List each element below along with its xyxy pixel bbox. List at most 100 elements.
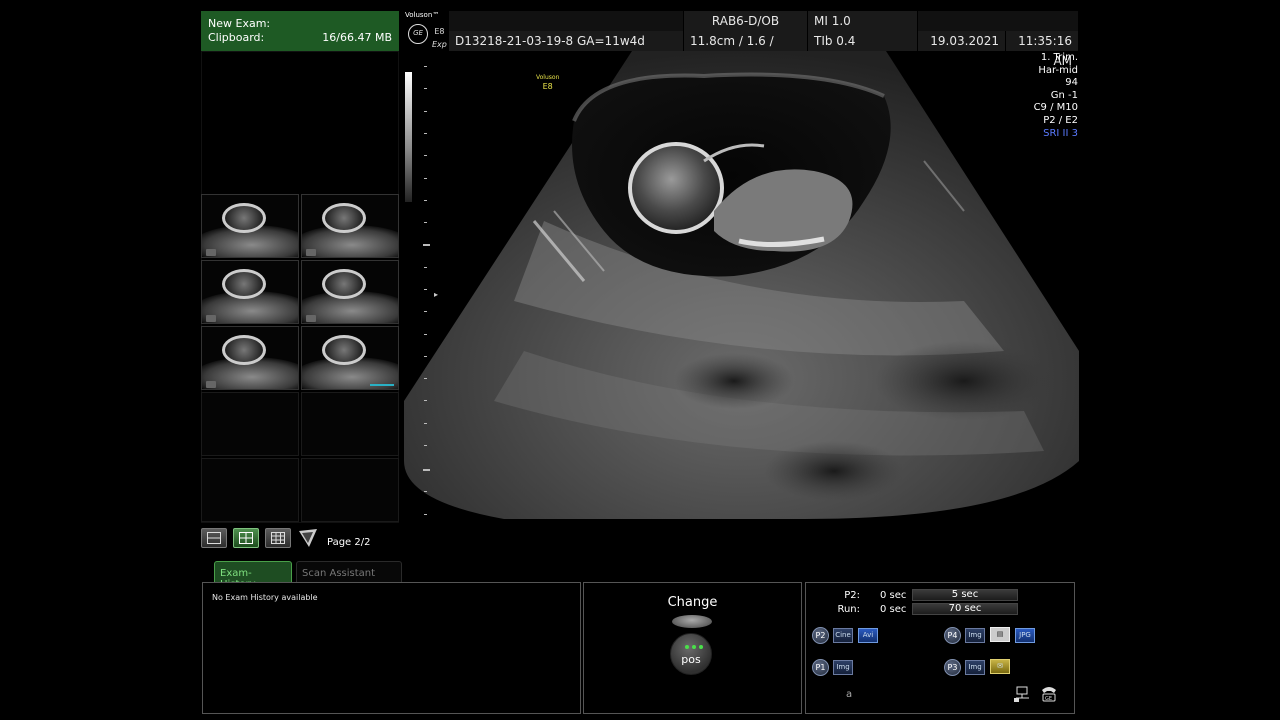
tib-value: TIb 0.4 (807, 31, 917, 51)
cine-icon[interactable]: Cine (833, 628, 853, 643)
clipboard-thumbnail-2[interactable] (301, 194, 399, 258)
img-icon[interactable]: Img (965, 660, 985, 675)
clipboard-thumbnails (201, 194, 399, 522)
clipboard-size: 16/66.47 MB (322, 31, 392, 44)
brand-block: Voluson™ GE E8 Exp (403, 11, 448, 51)
change-title: Change (667, 595, 718, 610)
depth-tick (424, 400, 427, 401)
clipboard-thumbnail-1[interactable] (201, 194, 299, 258)
grayscale-bar (405, 72, 412, 202)
knob-indicator-icon (685, 645, 703, 649)
knob-label: pos (681, 653, 701, 666)
status-letter: a (846, 689, 853, 700)
depth-tick (424, 378, 427, 379)
mi-value: MI 1.0 (807, 11, 917, 31)
patient-id: D13218-21-03-19-8 GA=11w4d (448, 31, 683, 51)
info-tabs: Exam-History Scan Assistant (214, 561, 402, 590)
ge-logo-icon: GE (408, 24, 428, 44)
network-icon[interactable] (1014, 685, 1032, 703)
page-label: Page 2/2 (327, 537, 371, 548)
run-timing-label: Run: (837, 604, 860, 615)
clipboard-thumbnail-3[interactable] (201, 260, 299, 324)
change-knob-top-icon[interactable] (672, 615, 712, 628)
depth-tick (424, 289, 427, 290)
exam-date: 19.03.2021 (917, 31, 1005, 51)
depth-tick (424, 514, 427, 515)
param-gain: Gn -1 (1050, 89, 1078, 101)
email-icon[interactable]: ✉ (990, 659, 1010, 674)
jpg-icon[interactable]: JPG (1015, 628, 1035, 643)
run-timing-bar[interactable]: 70 sec (912, 603, 1018, 615)
param-trimester: 1. Trim. (1040, 52, 1078, 63)
header-blank-top (448, 11, 683, 31)
depth-tick (424, 155, 427, 156)
clipboard-slot-empty (301, 392, 399, 456)
depth-tick (424, 88, 427, 89)
img-icon[interactable]: Img (833, 660, 853, 675)
clipboard-slot-empty (201, 458, 299, 522)
p2-key[interactable]: P2 (812, 627, 829, 644)
clipboard-layout-toolbar (201, 528, 319, 548)
depth-tick (424, 178, 427, 179)
depth-tick (424, 445, 427, 446)
header-blank-top-right (917, 11, 1078, 31)
depth-tick (424, 222, 427, 223)
param-harmonic: Har-mid (1038, 64, 1078, 76)
depth-tick (424, 311, 427, 312)
single-view-button[interactable] (201, 528, 227, 548)
quad-view-button[interactable] (233, 528, 259, 548)
depth-tick-major (423, 244, 430, 246)
page-arrow-icon (299, 529, 317, 547)
depth-tick (424, 66, 427, 67)
param-cm: C9 / M10 (1033, 102, 1078, 114)
print-keys-panel: P2: 0 sec 5 sec Run: 0 sec 70 sec P2 Cin… (805, 582, 1075, 714)
depth-tick (424, 133, 427, 134)
p1-key[interactable]: P1 (812, 659, 829, 676)
exam-info-box: New Exam: Clipboard: 16/66.47 MB (201, 11, 399, 51)
page-arrow-button[interactable] (297, 528, 319, 548)
clipboard-label: Clipboard: (208, 31, 265, 44)
probe-label: RAB6-D/OB (683, 11, 807, 31)
exam-time: 11:35:16 AM (1005, 31, 1078, 68)
header-bar: Voluson™ GE E8 Exp RAB6-D/OB MI 1.0 D132… (403, 11, 1078, 68)
tab-scan-assistant[interactable]: Scan Assistant (296, 561, 402, 583)
exam-history-message: No Exam History available (212, 593, 318, 602)
tab-exam-history[interactable]: Exam-History (214, 561, 292, 590)
p2-timing-bar[interactable]: 5 sec (912, 589, 1018, 601)
grid-view-icon (271, 532, 285, 544)
depth-freq: 11.8cm / 1.6 / 41Hz (683, 31, 807, 68)
pos-knob[interactable]: pos (670, 633, 712, 675)
focus-marker-icon[interactable]: ▸ (434, 290, 438, 299)
param-value: 94 (1065, 77, 1078, 89)
p2-timing-label: P2: (844, 590, 860, 601)
scan-parameters: 1. Trim. Har-mid 94 Gn -1 C9 / M10 P2 / … (1034, 52, 1078, 140)
clipboard-thumbnail-6[interactable] (301, 326, 399, 390)
ultrasound-fan (404, 51, 1079, 519)
phone-ge-icon[interactable]: GE (1040, 685, 1058, 703)
product-name: Voluson™ (405, 11, 440, 19)
ultrasound-image[interactable] (404, 51, 1079, 519)
model-name: E8 Exp (432, 27, 447, 49)
depth-tick (424, 111, 427, 112)
img-icon[interactable]: Img (965, 628, 985, 643)
depth-tick (424, 267, 427, 268)
clipboard-thumbnail-5[interactable] (201, 326, 299, 390)
param-sri: SRI II 3 (1043, 127, 1078, 139)
clipboard-thumbnail-4[interactable] (301, 260, 399, 324)
avi-icon[interactable]: Avi (858, 628, 878, 643)
depth-tick (424, 356, 427, 357)
svg-text:GE: GE (1045, 696, 1052, 702)
change-panel: Change pos (583, 582, 802, 714)
quad-view-icon (239, 532, 253, 544)
p4-key[interactable]: P4 (944, 627, 961, 644)
depth-tick (424, 423, 427, 424)
printer-icon[interactable]: ▤ (990, 627, 1010, 642)
param-pe: P2 / E2 (1043, 114, 1078, 126)
depth-tick (424, 334, 427, 335)
depth-tick (424, 491, 427, 492)
new-exam-label: New Exam: (208, 17, 271, 30)
p3-key[interactable]: P3 (944, 659, 961, 676)
image-brand-watermark: Voluson E8 (536, 74, 560, 91)
depth-tick (424, 200, 427, 201)
grid-view-button[interactable] (265, 528, 291, 548)
